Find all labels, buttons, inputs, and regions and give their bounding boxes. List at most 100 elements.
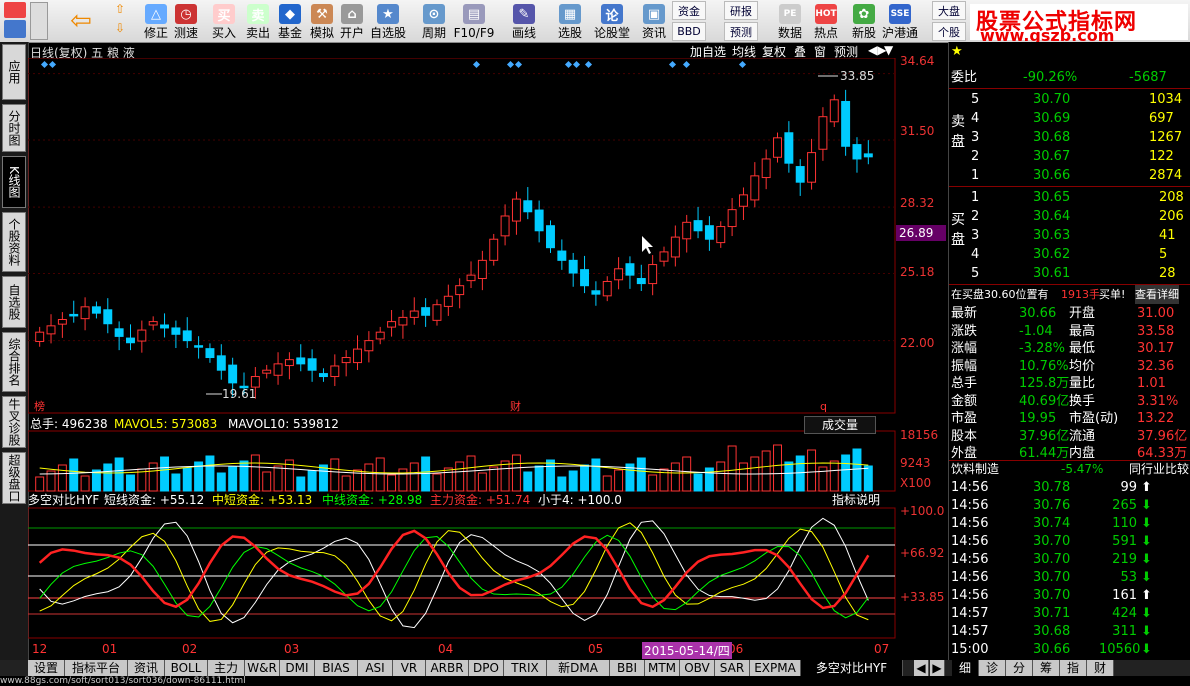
candle	[421, 307, 431, 316]
bottom-tab-9[interactable]: VR	[393, 660, 426, 676]
toolbar-button-6[interactable]: ⌂ 开户	[334, 0, 370, 42]
bottom-tab-17[interactable]: SAR	[715, 660, 750, 676]
toolbar-button-1[interactable]: ◷ 测速	[168, 0, 204, 42]
event-diamond-icon[interactable]	[514, 60, 523, 69]
market-button[interactable]: 大盘	[932, 1, 966, 20]
toolbar-button-8[interactable]: ⊙ 周期	[416, 0, 452, 42]
toolbar-button-4[interactable]: ◆ 基金	[272, 0, 308, 42]
toolbar-button-3[interactable]: 卖卖出	[240, 0, 276, 42]
toolbar-button-2[interactable]: 买买入	[206, 0, 242, 42]
bottom-tab-0[interactable]: 设置	[28, 660, 65, 676]
left-tab-3[interactable]: 个股资料	[2, 212, 26, 272]
fund-button[interactable]: 资金	[672, 1, 706, 20]
right-tab-5[interactable]: 财	[1087, 660, 1114, 676]
chart-button-0[interactable]: 加自选	[690, 43, 726, 59]
left-tab-7[interactable]: 超级盘口	[2, 452, 26, 504]
down-arrow-icon[interactable]: ⇩	[108, 21, 132, 40]
event-diamond-icon[interactable]	[506, 60, 515, 69]
buy-label: 买盘	[951, 212, 965, 248]
bbd-button[interactable]: BBD	[672, 22, 706, 41]
volume-bar	[216, 472, 226, 492]
windows-icon[interactable]	[4, 20, 26, 38]
detail-button[interactable]: 查看详细	[1135, 285, 1179, 304]
event-diamond-icon[interactable]	[48, 60, 57, 69]
fund-bbd-group[interactable]: 资金 BBD	[672, 0, 706, 42]
toolbar-button-11[interactable]: ▦ 选股	[552, 0, 588, 42]
bottom-tab-10[interactable]: ARBR	[426, 660, 469, 676]
chart-button-3[interactable]: 叠	[794, 43, 806, 59]
indicator-help-button[interactable]: 指标说明	[832, 492, 880, 508]
event-diamond-icon[interactable]	[472, 60, 481, 69]
toolbar-button-13[interactable]: ▣ 资讯	[636, 0, 672, 42]
research-button[interactable]: 研报	[724, 1, 758, 20]
back-arrow-icon[interactable]: ⇦	[66, 6, 96, 36]
bottom-tab-8[interactable]: ASI	[358, 660, 393, 676]
left-tab-6[interactable]: 牛叉诊股	[2, 396, 26, 448]
toolbar-button-7[interactable]: ★ 自选股	[370, 0, 406, 42]
bottom-tab-12[interactable]: TRIX	[504, 660, 547, 676]
up-arrow-icon[interactable]: ⇧	[108, 2, 132, 21]
toolbar-button-12[interactable]: 论论股堂	[594, 0, 630, 42]
toolbar-button-10[interactable]: ✎ 画线	[506, 0, 542, 42]
research-forecast-group[interactable]: 研报 预测	[724, 0, 758, 42]
event-diamond-icon[interactable]	[738, 60, 747, 69]
right-tab-1[interactable]: 诊	[979, 660, 1006, 676]
right-tab-0[interactable]: 细	[952, 660, 979, 676]
right-tab-3[interactable]: 筹	[1033, 660, 1060, 676]
tick-row: 14:56 30.70 591 ⬇	[949, 532, 1190, 551]
bottom-tab-7[interactable]: BIAS	[315, 660, 358, 676]
bottom-tab-15[interactable]: MTM	[645, 660, 680, 676]
scroll-left-icon[interactable]: ◀	[914, 660, 929, 676]
bottom-tab-6[interactable]: DMI	[280, 660, 315, 676]
bottom-tab-19[interactable]: 多空对比HYF	[801, 660, 903, 676]
event-diamond-icon[interactable]	[682, 60, 691, 69]
left-tab-5[interactable]: 综合排名	[2, 332, 26, 392]
left-tab-0[interactable]: 应用	[2, 44, 26, 100]
bottom-tab-2[interactable]: 资讯	[128, 660, 165, 676]
grid-icon[interactable]	[30, 2, 48, 40]
forecast-button[interactable]: 预测	[724, 22, 758, 41]
up-down-arrows[interactable]: ⇧ ⇩	[108, 2, 132, 40]
volume-indicator-button[interactable]: 成交量	[804, 416, 876, 434]
level: 5	[971, 266, 980, 281]
toolbar-button-15[interactable]: HOT 热点	[808, 0, 844, 42]
industry-compare-button[interactable]: 同行业比较	[1129, 460, 1189, 479]
scroll-right-icon[interactable]: ▶	[930, 660, 945, 676]
bottom-tab-3[interactable]: BOLL	[165, 660, 208, 676]
event-diamond-icon[interactable]	[572, 60, 581, 69]
event-diamond-icon[interactable]	[584, 60, 593, 69]
right-tab-4[interactable]: 指	[1060, 660, 1087, 676]
toolbar-button-9[interactable]: ▤ F10/F9	[454, 0, 494, 42]
star-icon[interactable]: ★	[951, 44, 963, 59]
left-tab-4[interactable]: 自选股	[2, 276, 26, 328]
bottom-tab-11[interactable]: DPO	[469, 660, 504, 676]
chart-button-2[interactable]: 复权	[762, 43, 786, 59]
bottom-tab-1[interactable]: 指标平台	[65, 660, 128, 676]
toolbar-button-16[interactable]: ✿ 新股	[846, 0, 882, 42]
chart-button-5[interactable]: 预测	[834, 43, 858, 59]
toolbar-button-17[interactable]: SSE 沪港通	[882, 0, 918, 42]
rank-marker[interactable]: 榜	[34, 399, 45, 413]
bottom-tab-16[interactable]: OBV	[680, 660, 715, 676]
toolbar-button-14[interactable]: PE 数据	[772, 0, 808, 42]
industry-pct: -5.47%	[1061, 462, 1104, 476]
event-diamond-icon[interactable]	[668, 60, 677, 69]
market-stock-group[interactable]: 大盘 个股	[932, 0, 966, 42]
kline-chart[interactable]: 33.85 19.61 榜 财 q	[28, 58, 896, 642]
bottom-tab-18[interactable]: EXPMA	[750, 660, 801, 676]
chart-button-1[interactable]: 均线	[732, 43, 756, 59]
bottom-tab-5[interactable]: W&R	[245, 660, 280, 676]
right-tab-2[interactable]: 分	[1006, 660, 1033, 676]
left-tab-1[interactable]: 分时图	[2, 104, 26, 152]
stock-button[interactable]: 个股	[932, 22, 966, 41]
q-marker[interactable]: q	[820, 400, 827, 413]
bottom-tab-4[interactable]: 主力	[208, 660, 245, 676]
chart-button-4[interactable]: 窗	[814, 43, 826, 59]
bottom-tab-14[interactable]: BBI	[610, 660, 645, 676]
bottom-tab-13[interactable]: 新DMA	[547, 660, 610, 676]
finance-marker[interactable]: 财	[510, 399, 521, 413]
event-diamond-icon[interactable]	[564, 60, 573, 69]
dropdown-icon[interactable]: ▼	[884, 43, 893, 59]
event-diamond-icon[interactable]	[40, 60, 49, 69]
left-tab-2[interactable]: K线图	[2, 156, 26, 208]
